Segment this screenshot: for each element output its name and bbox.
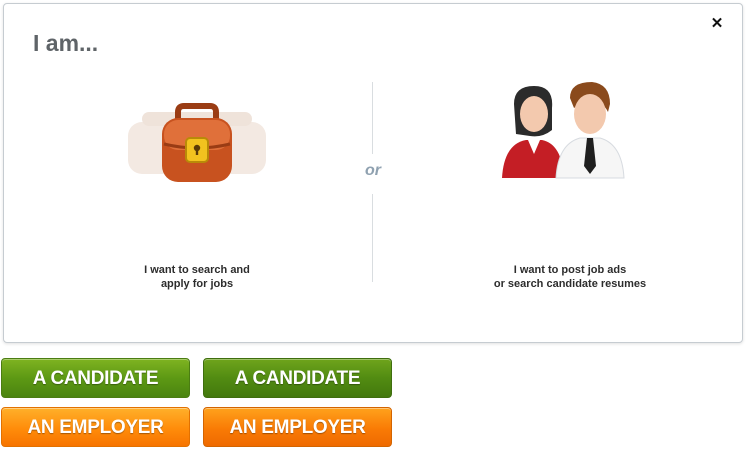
a-candidate-button[interactable]: A CANDIDATE xyxy=(1,358,190,398)
briefcase-icon xyxy=(128,103,266,182)
people-icon xyxy=(502,82,625,179)
divider-top xyxy=(372,82,373,154)
close-icon[interactable]: ✕ xyxy=(710,16,724,32)
candidate-desc-line-1: I want to search and xyxy=(144,264,250,276)
divider-bottom xyxy=(372,194,373,282)
role-select-dialog: I am... ✕ I want to search and apply for… xyxy=(3,3,743,343)
employer-option[interactable] xyxy=(500,78,626,180)
candidate-desc-line-2: apply for jobs xyxy=(160,278,234,290)
candidate-description: I want to search and apply for jobs xyxy=(47,263,347,291)
employer-desc-line-1: I want to post job ads xyxy=(513,264,627,276)
or-separator: or xyxy=(365,162,381,179)
employer-desc-line-2: or search candidate resumes xyxy=(493,278,647,290)
employer-description: I want to post job ads or search candida… xyxy=(420,263,720,291)
candidate-option[interactable] xyxy=(122,100,272,190)
an-employer-button-hover[interactable]: AN EMPLOYER xyxy=(203,407,392,447)
a-candidate-button-hover[interactable]: A CANDIDATE xyxy=(203,358,392,398)
dialog-title: I am... xyxy=(33,30,99,56)
an-employer-button[interactable]: AN EMPLOYER xyxy=(1,407,190,447)
